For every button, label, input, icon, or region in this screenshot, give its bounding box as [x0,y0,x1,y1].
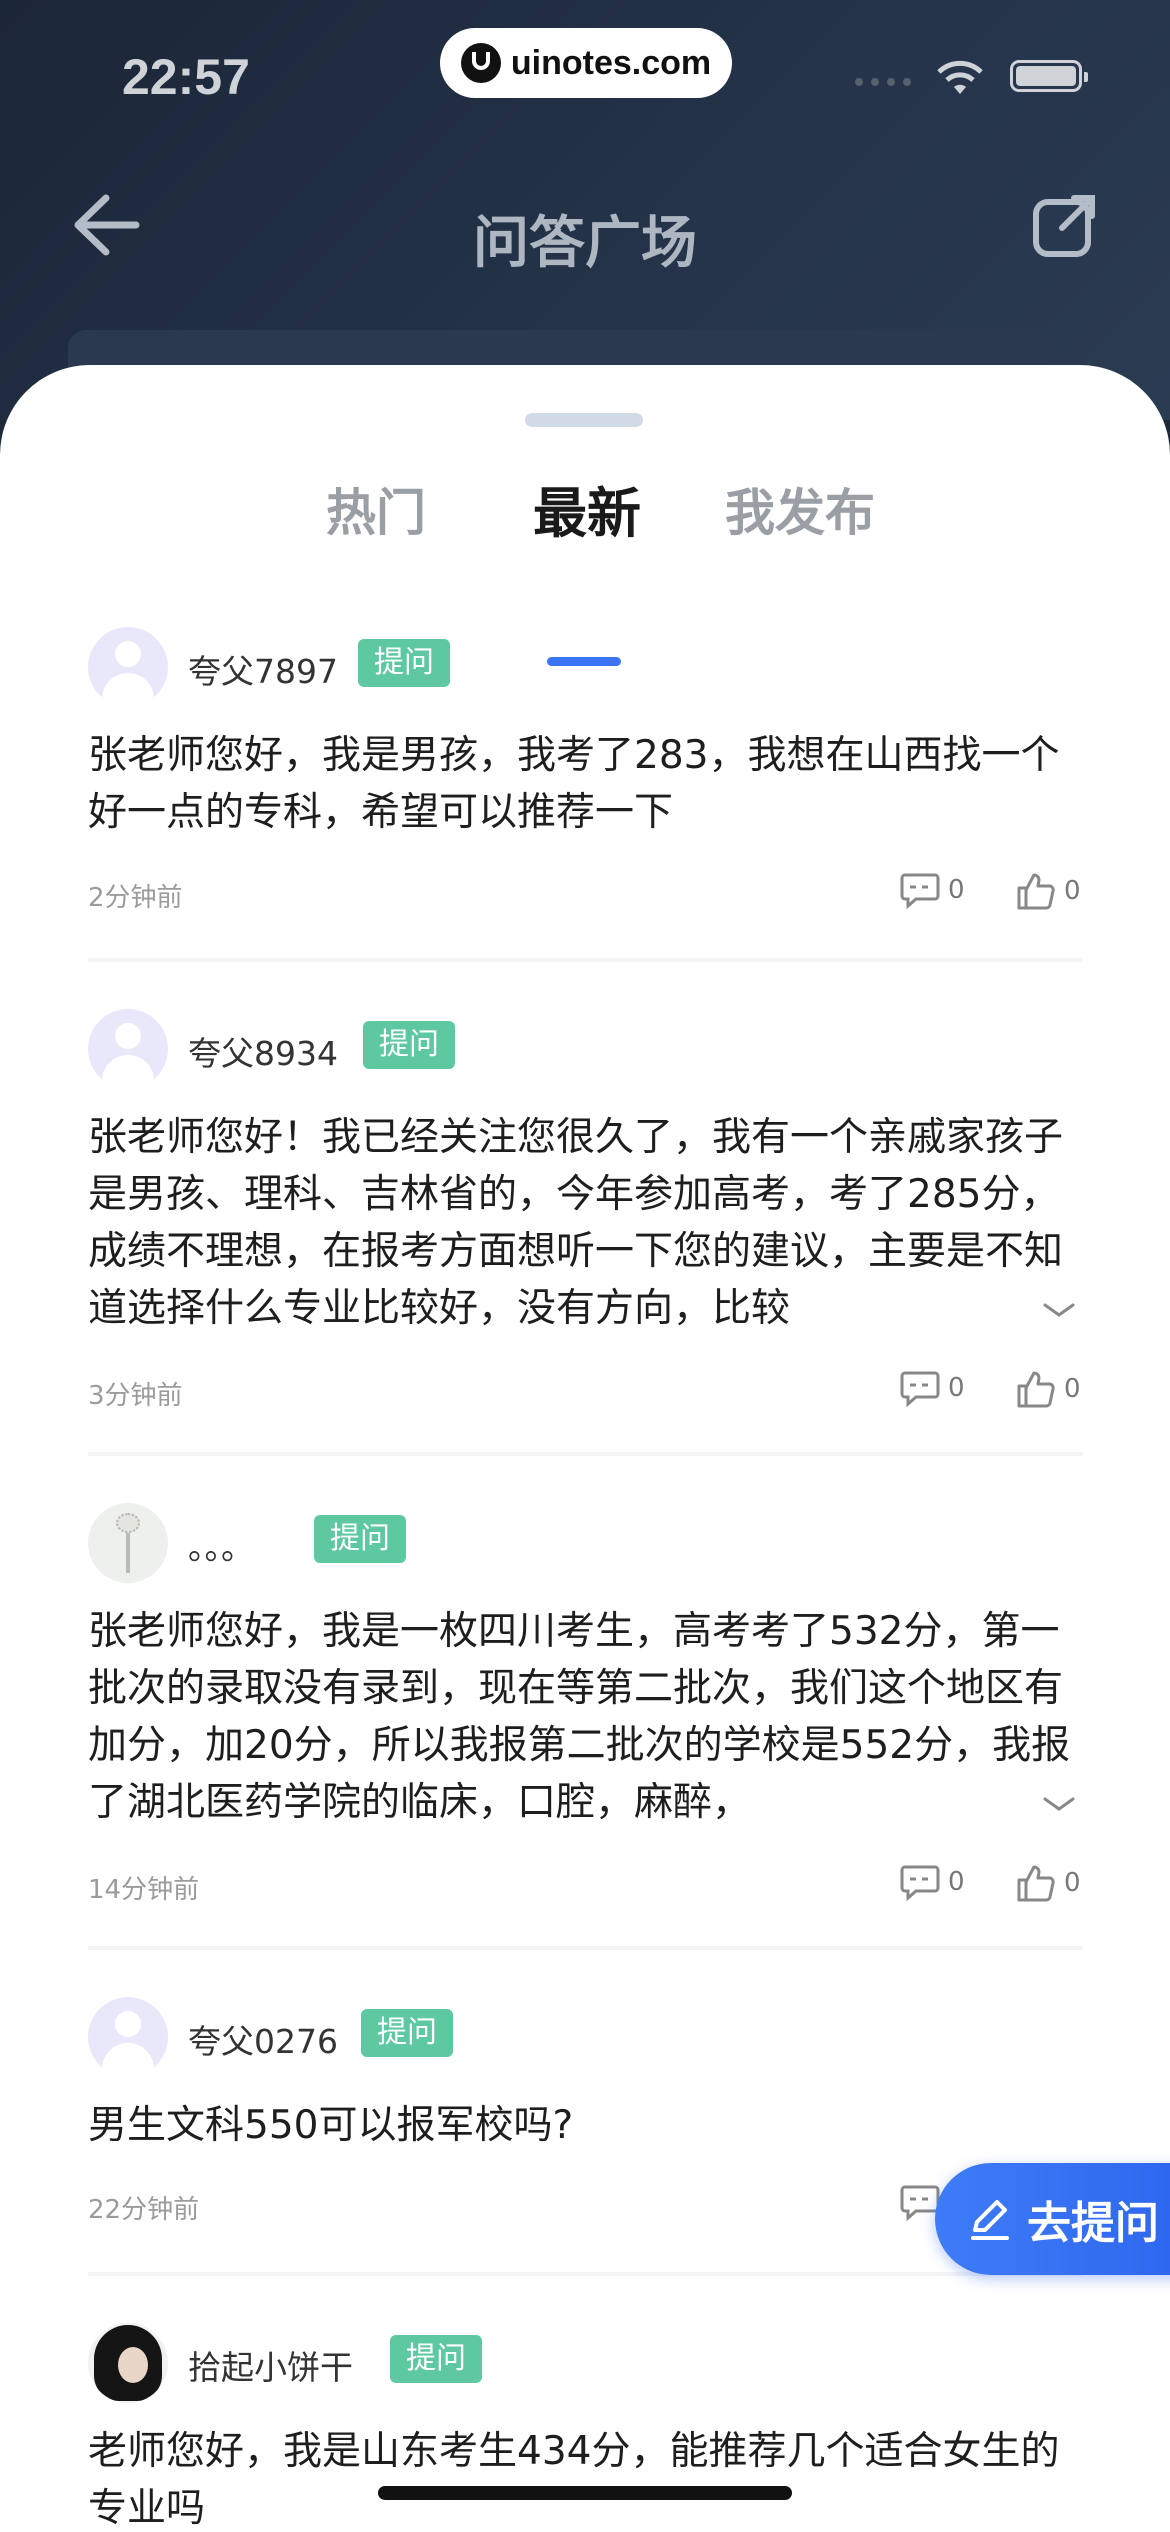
ask-question-label: 去提问 [1027,2198,1159,2249]
like-button[interactable]: 0 [1016,1369,1081,1409]
avatar[interactable] [88,1997,168,2077]
comment-count: 0 [948,875,965,905]
post-content[interactable]: 男生文科550可以报军校吗? [88,2097,1088,2154]
divider [88,958,1083,962]
post-time: 2分钟前 [88,883,183,913]
edit-pen-icon [971,2200,1009,2240]
post-content[interactable]: 张老师您好，我是一枚四川考生，高考考了532分，第一批次的录取没有录到，现在等第… [88,1603,1088,1831]
thumbs-up-icon [1017,1865,1055,1902]
question-tag: 提问 [361,2009,453,2057]
wifi-icon [937,60,983,94]
tab-bar: 热门 最新 我发布 [0,473,1170,666]
share-icon[interactable] [1030,190,1100,260]
battery-icon [1010,60,1088,92]
divider [88,1946,1083,1950]
tab-latest[interactable]: 最新 [533,469,641,548]
drag-handle[interactable] [525,413,643,427]
comment-icon [900,1865,940,1901]
comment-count: 0 [948,1867,965,1897]
like-count: 0 [1064,876,1081,906]
chevron-down-icon[interactable] [1041,1299,1077,1321]
avatar[interactable] [88,2323,168,2403]
comment-icon [900,2185,940,2221]
avatar[interactable] [88,627,168,707]
username[interactable]: 夸父7897 [188,645,338,693]
tab-active-indicator [547,657,621,666]
question-tag: 提问 [390,2335,482,2383]
question-tag: 提问 [314,1515,406,1563]
post-time: 3分钟前 [88,1381,183,1411]
divider [88,1452,1083,1456]
tab-hot[interactable]: 热门 [326,473,426,545]
ask-question-button[interactable]: 去提问 [935,2163,1170,2275]
like-count: 0 [1064,1374,1081,1404]
avatar[interactable] [88,1009,168,1089]
post-time: 22分钟前 [88,2195,200,2225]
post-content[interactable]: 老师您好，我是山东考生434分，能推荐几个适合女生的专业吗 [88,2423,1088,2532]
uinotes-logo-icon [460,43,501,83]
comment-count: 0 [948,1373,965,1403]
tab-my-posts[interactable]: 我发布 [725,473,875,545]
post-content[interactable]: 张老师您好，我是男孩，我考了283，我想在山西找一个好一点的专科，希望可以推荐一… [88,727,1088,841]
question-tag: 提问 [358,639,450,687]
like-button[interactable]: 0 [1016,871,1081,911]
comment-icon [900,873,940,909]
like-button[interactable]: 0 [1016,1863,1081,1903]
comment-icon [900,1371,940,1407]
chevron-down-icon[interactable] [1041,1793,1077,1815]
username[interactable]: 。。。 [188,1521,254,1569]
status-time: 22:57 [122,49,250,105]
post-time: 14分钟前 [88,1875,200,1905]
comment-button[interactable]: 0 [900,871,965,909]
question-tag: 提问 [363,1021,455,1069]
thumbs-up-icon [1017,1371,1055,1408]
watermark: uinotes.com [440,28,732,98]
username[interactable]: 拾起小饼干 [188,2341,353,2389]
signal-icon [855,78,911,86]
like-count: 0 [1064,1868,1081,1898]
home-indicator [378,2486,792,2500]
comment-button[interactable]: 0 [900,1369,965,1407]
comment-button[interactable] [900,2183,940,2221]
comment-button[interactable]: 0 [900,1863,965,1901]
avatar[interactable] [88,1503,168,1583]
watermark-text: uinotes.com [510,43,712,82]
thumbs-up-icon [1017,873,1055,910]
username[interactable]: 夸父0276 [188,2015,338,2063]
page-title: 问答广场 [473,211,697,276]
post-content[interactable]: 张老师您好！我已经关注您很久了，我有一个亲戚家孩子是男孩、理科、吉林省的，今年参… [88,1109,1088,1337]
username[interactable]: 夸父8934 [188,1027,338,1075]
divider [88,2272,1083,2276]
